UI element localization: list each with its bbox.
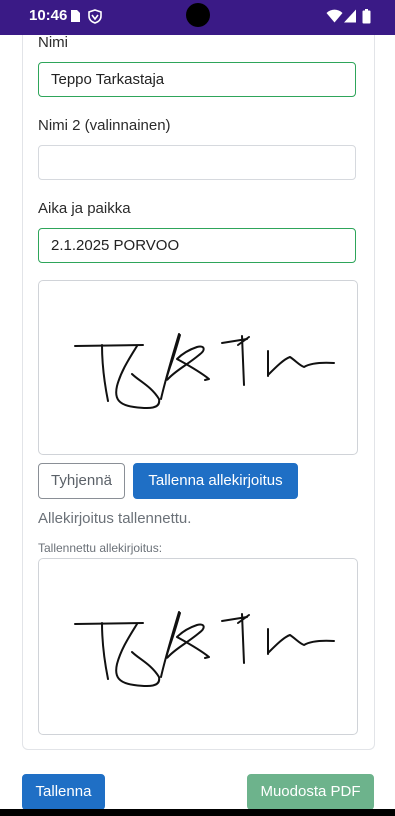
saved-signature-label: Tallennettu allekirjoitus: xyxy=(38,541,163,555)
wifi-icon xyxy=(326,9,343,23)
save-button[interactable]: Tallenna xyxy=(22,774,105,810)
clear-signature-button[interactable]: Tyhjennä xyxy=(38,463,125,499)
create-pdf-button[interactable]: Muodosta PDF xyxy=(247,774,374,810)
place-field[interactable]: 2.1.2025 PORVOO xyxy=(38,228,356,263)
save-signature-button[interactable]: Tallenna allekirjoitus xyxy=(133,463,298,499)
shield-icon xyxy=(88,9,102,24)
saved-signature-box xyxy=(38,558,358,735)
name-field[interactable]: Teppo Tarkastaja xyxy=(38,62,356,97)
name-label: Nimi xyxy=(38,34,68,51)
battery-icon xyxy=(362,9,371,24)
status-bar: 10:46 xyxy=(0,0,395,35)
signature-status-message: Allekirjoitus tallennettu. xyxy=(38,510,192,527)
place-label: Aika ja paikka xyxy=(38,200,131,217)
name2-label: Nimi 2 (valinnainen) xyxy=(38,117,171,134)
name2-field[interactable] xyxy=(38,145,356,180)
sim-card-icon xyxy=(71,10,80,22)
saved-signature-image xyxy=(74,611,335,687)
status-time: 10:46 xyxy=(29,7,68,24)
signal-icon xyxy=(344,9,356,23)
signature-pad[interactable] xyxy=(38,280,358,455)
signature-drawing xyxy=(74,333,335,409)
navigation-bar xyxy=(0,809,395,816)
camera-cutout xyxy=(186,3,210,27)
